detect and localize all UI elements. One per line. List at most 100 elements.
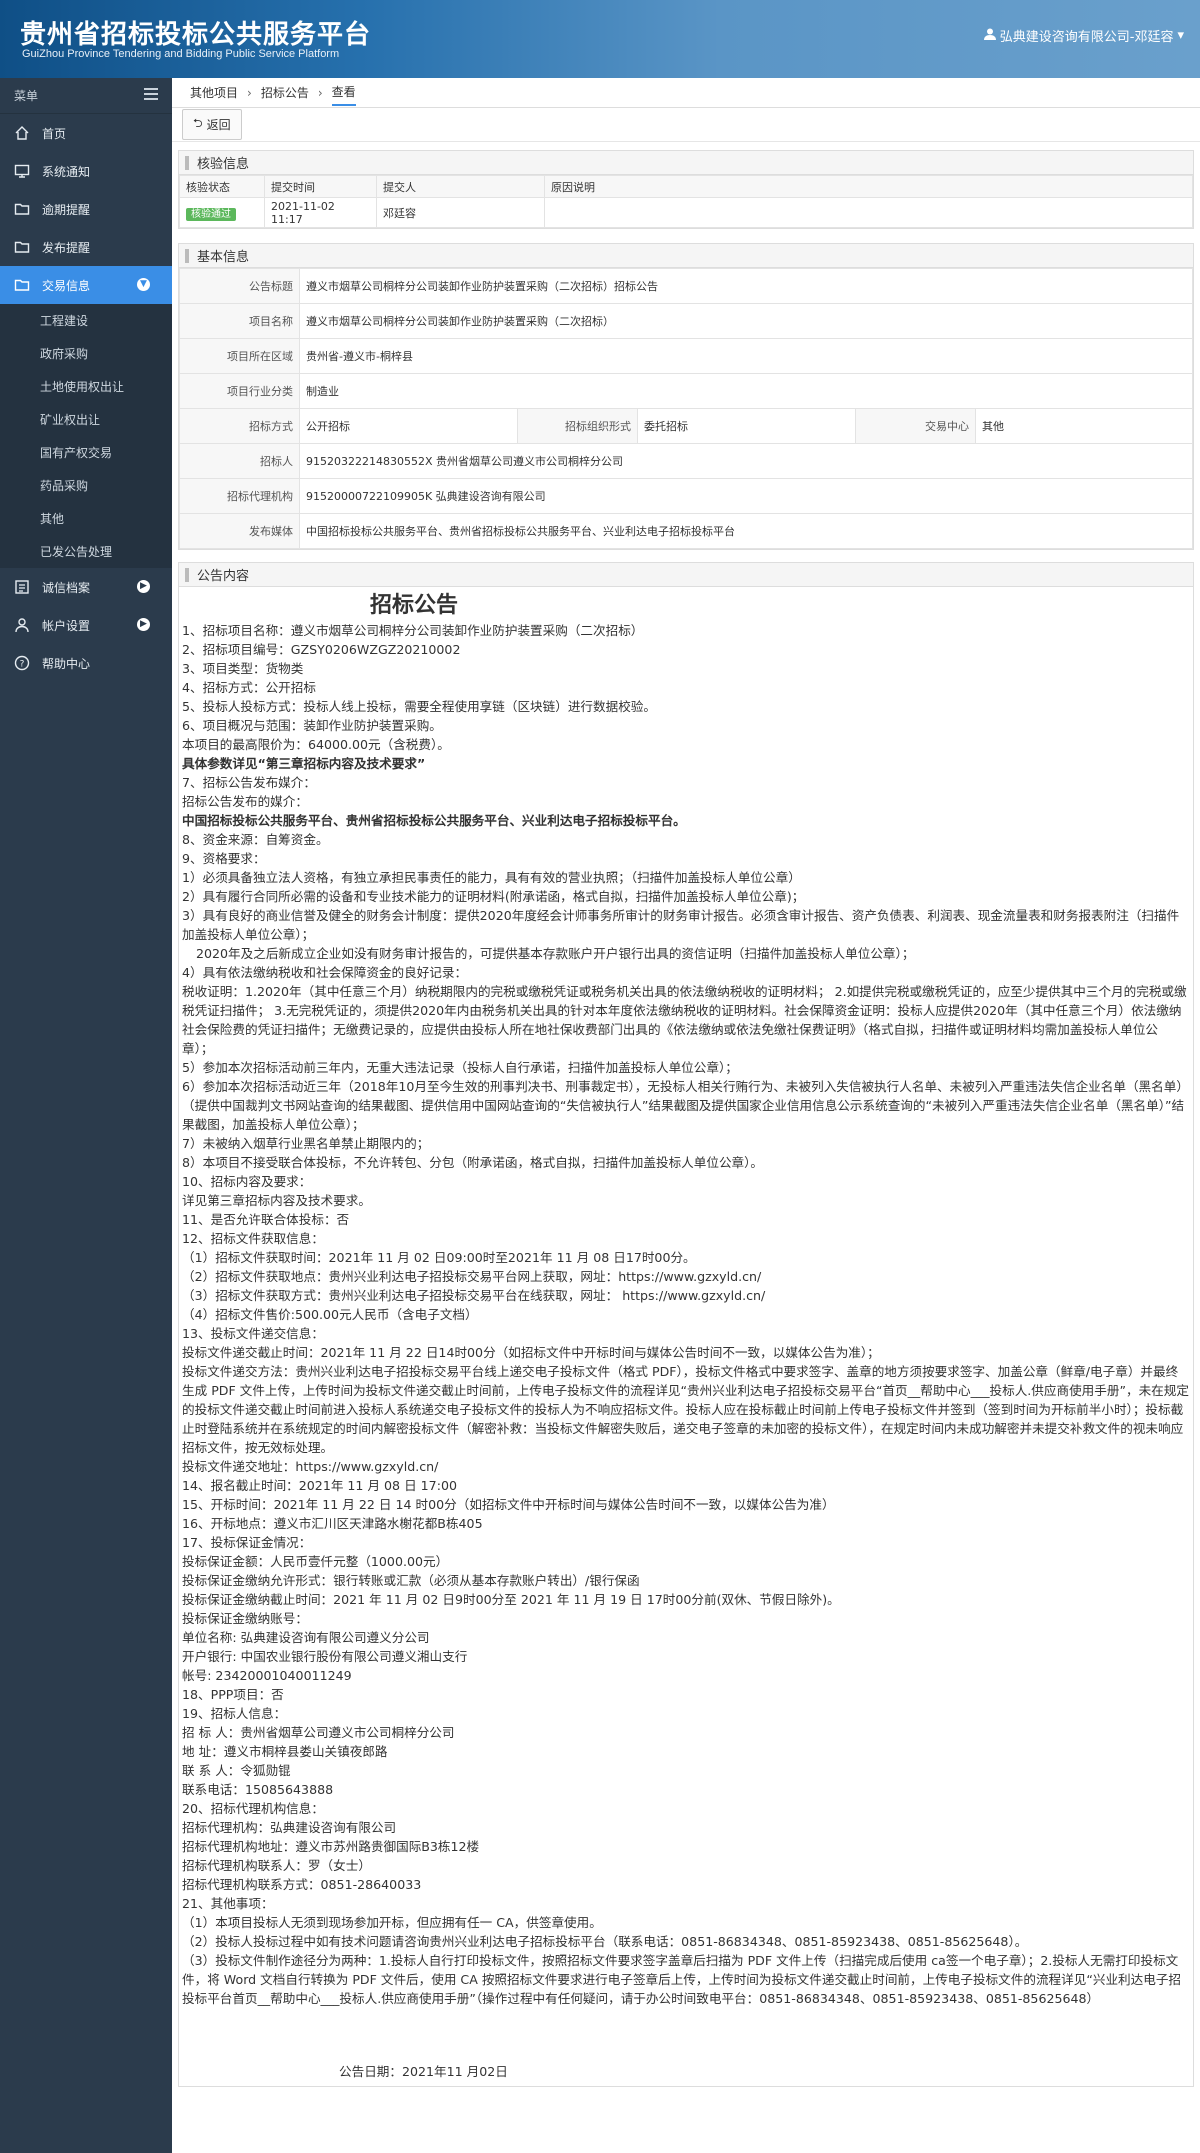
sidebar-item-notice[interactable]: 系统通知	[0, 152, 172, 190]
subnav-item[interactable]: 政府采购	[0, 337, 172, 370]
sidebar-item-credit[interactable]: 诚信档案 ▶	[0, 568, 172, 606]
text-line: 招标代理机构联系方式：0851-28640033	[182, 1877, 422, 1892]
toolbar: ⮌ 返回	[172, 108, 1200, 142]
text-line: 20、招标代理机构信息：	[182, 1801, 324, 1816]
user-name: 弘典建设咨询有限公司-邓廷容	[999, 30, 1174, 45]
col-header: 提交人	[376, 175, 545, 198]
trade-center: 其他	[975, 408, 1193, 444]
text-line: 投标保证金额：人民币壹仟元整（1000.00元）	[182, 1554, 449, 1569]
folder-icon	[14, 277, 30, 293]
sidebar-item-label: 交易信息	[42, 278, 91, 293]
text-line: 17、投标保证金情况：	[182, 1535, 312, 1550]
home-icon	[14, 125, 30, 141]
back-button[interactable]: ⮌ 返回	[182, 109, 242, 140]
sidebar-item-help[interactable]: ? 帮助中心	[0, 644, 172, 682]
text-line: 单位名称: 弘典建设咨询有限公司遵义分公司	[182, 1630, 430, 1645]
section: 4）具有依法缴纳税收和社会保障资金的良好记录： 税收证明：1.2020年（其中任意…	[182, 963, 1189, 2008]
subnav-item[interactable]: 药品采购	[0, 469, 172, 502]
sidebar-item-publish[interactable]: 发布提醒	[0, 228, 172, 266]
subnav-item[interactable]: 其他	[0, 502, 172, 535]
submitter: 邓廷容	[376, 197, 545, 228]
list-icon	[14, 579, 30, 595]
text-line: 8、资金来源：自筹资金。	[182, 832, 329, 847]
chevron-right-icon: ›	[317, 85, 323, 100]
sidebar: 菜单 首页 系统通知 逾期提醒 发布提醒 交易信息 ▼ 工程建设 政府采购 土地使…	[0, 78, 172, 2153]
text-line: 详见第三章招标内容及技术要求。	[182, 1193, 371, 1208]
text-line: 16、开标地点：遵义市汇川区天津路水榭花都B栋405	[182, 1516, 483, 1531]
breadcrumb-item[interactable]: 其他项目	[190, 80, 238, 105]
col-header: 原因说明	[544, 175, 1193, 198]
basic-panel: 基本信息 公告标题 遵义市烟草公司桐梓分公司装卸作业防护装置采购（二次招标）招标公…	[178, 243, 1194, 550]
tenderer: 91520322214830552X 贵州省烟草公司遵义市公司桐梓分公司	[299, 443, 1193, 479]
text-line: 1）必须具备独立法人资格，有独立承担民事责任的能力，具有有效的营业执照；（扫描件…	[182, 870, 801, 885]
project-industry: 制造业	[299, 373, 1193, 409]
folder-icon	[14, 239, 30, 255]
field-label: 项目行业分类	[179, 373, 300, 409]
user-icon	[983, 28, 996, 44]
text-line: （3）投标文件制作途径分为两种：1.投标人自行打印投标文件，按照招标文件要求签字…	[182, 1953, 1182, 2006]
announcement-body: 招标公告 1、招标项目名称：遵义市烟草公司桐梓分公司装卸作业防护装置采购（二次招…	[179, 587, 1193, 2086]
folder-icon	[14, 201, 30, 217]
text-line: 招标代理机构地址：遵义市苏州路贵御国际B3栋12楼	[182, 1839, 480, 1854]
sidebar-item-label: 首页	[42, 126, 67, 141]
subnav-item[interactable]: 已发公告处理	[0, 535, 172, 568]
text-line: （2）招标文件获取地点：贵州兴业利达电子招投标交易平台网上获取，网址：https…	[182, 1269, 762, 1284]
text-line: （4）招标文件售价:500.00元人民币（含电子文档）	[182, 1307, 478, 1322]
caret-down-icon: ▾	[1177, 28, 1184, 43]
verify-table: 核验状态 提交时间 提交人 原因说明 核验通过 2021-11-02 11:17 邓廷容	[179, 175, 1193, 228]
section: 1、招标项目名称：遵义市烟草公司桐梓分公司装卸作业防护装置采购（二次招标） 2、招…	[182, 621, 1189, 754]
hamburger-icon[interactable]	[144, 88, 158, 103]
text-line: 4、招标方式：公开招标	[182, 680, 316, 695]
bold-text: 具体参数详见“第三章招标内容及技术要求”	[182, 756, 426, 771]
agency: 91520000722109905K 弘典建设咨询有限公司	[299, 478, 1193, 514]
back-label: 返回	[206, 118, 231, 132]
text-line: （1）本项目投标人无须到现场参加开标，但应拥有任一 CA，供签章使用。	[182, 1915, 602, 1930]
text-line: 4）具有依法缴纳税收和社会保障资金的良好记录：	[182, 965, 468, 980]
subnav-item[interactable]: 国有产权交易	[0, 436, 172, 469]
sidebar-item-overdue[interactable]: 逾期提醒	[0, 190, 172, 228]
text-line: 12、招标文件获取信息：	[182, 1231, 324, 1246]
text-line: 6、项目概况与范围：装卸作业防护装置采购。	[182, 718, 442, 733]
text-line: 7、招标公告发布媒介：	[182, 775, 316, 790]
text-line: 投标文件递交方法：贵州兴业利达电子招投标交易平台线上递交电子投标文件（格式 PD…	[182, 1364, 1189, 1455]
text-line: 5、投标人投标方式：投标人线上投标，需要全程使用享链（区块链）进行数据校验。	[182, 699, 656, 714]
text-line: 9、资格要求：	[182, 851, 266, 866]
submit-time: 2021-11-02 11:17	[264, 197, 377, 228]
text-line: 5）参加本次招标活动前三年内，无重大违法记录（投标人自行承诺，扫描件加盖投标人单…	[182, 1060, 738, 1075]
text-line: 联系电话：15085643888	[182, 1782, 334, 1797]
project-name: 遵义市烟草公司桐梓分公司装卸作业防护装置采购（二次招标）	[299, 303, 1193, 339]
menu-header: 菜单	[0, 78, 172, 114]
text-line: 本项目的最高限价为：64000.00元（含税费）。	[182, 737, 450, 752]
section: 8、资金来源：自筹资金。 9、资格要求： 1）必须具备独立法人资格，有独立承担民事责…	[182, 830, 1189, 944]
field-label: 项目名称	[179, 303, 300, 339]
text-line: 投标保证金缴纳账号：	[182, 1611, 308, 1626]
text-line: 招标公告发布的媒介：	[182, 794, 308, 809]
text-line: 联 系 人：令狐勋锟	[182, 1763, 291, 1778]
text-line: 11、是否允许联合体投标：否	[182, 1212, 350, 1227]
subnav-item[interactable]: 工程建设	[0, 304, 172, 337]
media-text: 中国招标投标公共服务平台、贵州省招标投标公共服务平台、兴业利达电子招标投标平台。	[182, 813, 686, 828]
field-label: 招标组织形式	[517, 408, 638, 444]
sidebar-item-account[interactable]: 帐户设置 ▶	[0, 606, 172, 644]
text-line: （1）招标文件获取时间：2021年 11 月 02 日09:00时至2021年 …	[182, 1250, 696, 1265]
sidebar-item-trade[interactable]: 交易信息 ▼	[0, 266, 172, 304]
platform-subtitle: GuiZhou Province Tendering and Bidding P…	[22, 48, 340, 60]
field-label: 项目所在区域	[179, 338, 300, 374]
announce-date: 公告日期：2021年11 月02日	[339, 2064, 508, 2079]
subnav-item[interactable]: 矿业权出让	[0, 403, 172, 436]
basic-table: 公告标题 遵义市烟草公司桐梓分公司装卸作业防护装置采购（二次招标）招标公告 项目名…	[179, 268, 1193, 549]
user-menu[interactable]: 弘典建设咨询有限公司-邓廷容 ▾	[983, 26, 1184, 45]
subnav-item[interactable]: 土地使用权出让	[0, 370, 172, 403]
chevron-right-icon: ›	[247, 85, 252, 100]
sidebar-item-home[interactable]: 首页	[0, 114, 172, 152]
text-line: （2）投标人投标过程中如有技术问题请咨询贵州兴业利达电子招标投标平台（联系电话：…	[182, 1934, 1028, 1949]
panel-title: 基本信息	[179, 244, 1193, 268]
main: 其他项目 › 招标公告 › 查看 ⮌ 返回 核验信息 核验状态 提交时间 提交人 原因说明 …	[172, 78, 1200, 2087]
col-header: 提交时间	[264, 175, 377, 198]
breadcrumb-item[interactable]: 招标公告	[261, 80, 309, 105]
text-line: 2、招标项目编号：GZSY0206WZGZ20210002	[182, 642, 461, 657]
panel-title: 核验信息	[179, 151, 1193, 175]
reason	[544, 197, 1193, 228]
field-label: 发布媒体	[179, 513, 300, 549]
sidebar-item-label: 逾期提醒	[42, 202, 91, 217]
